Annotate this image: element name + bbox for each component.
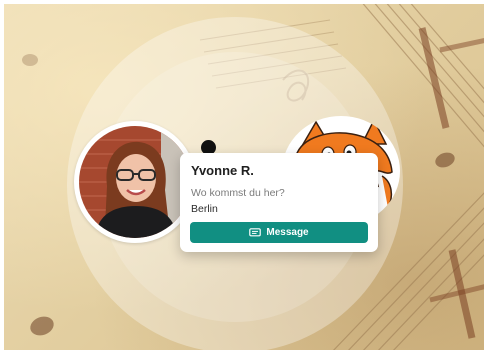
screenshot-frame — [0, 0, 487, 354]
